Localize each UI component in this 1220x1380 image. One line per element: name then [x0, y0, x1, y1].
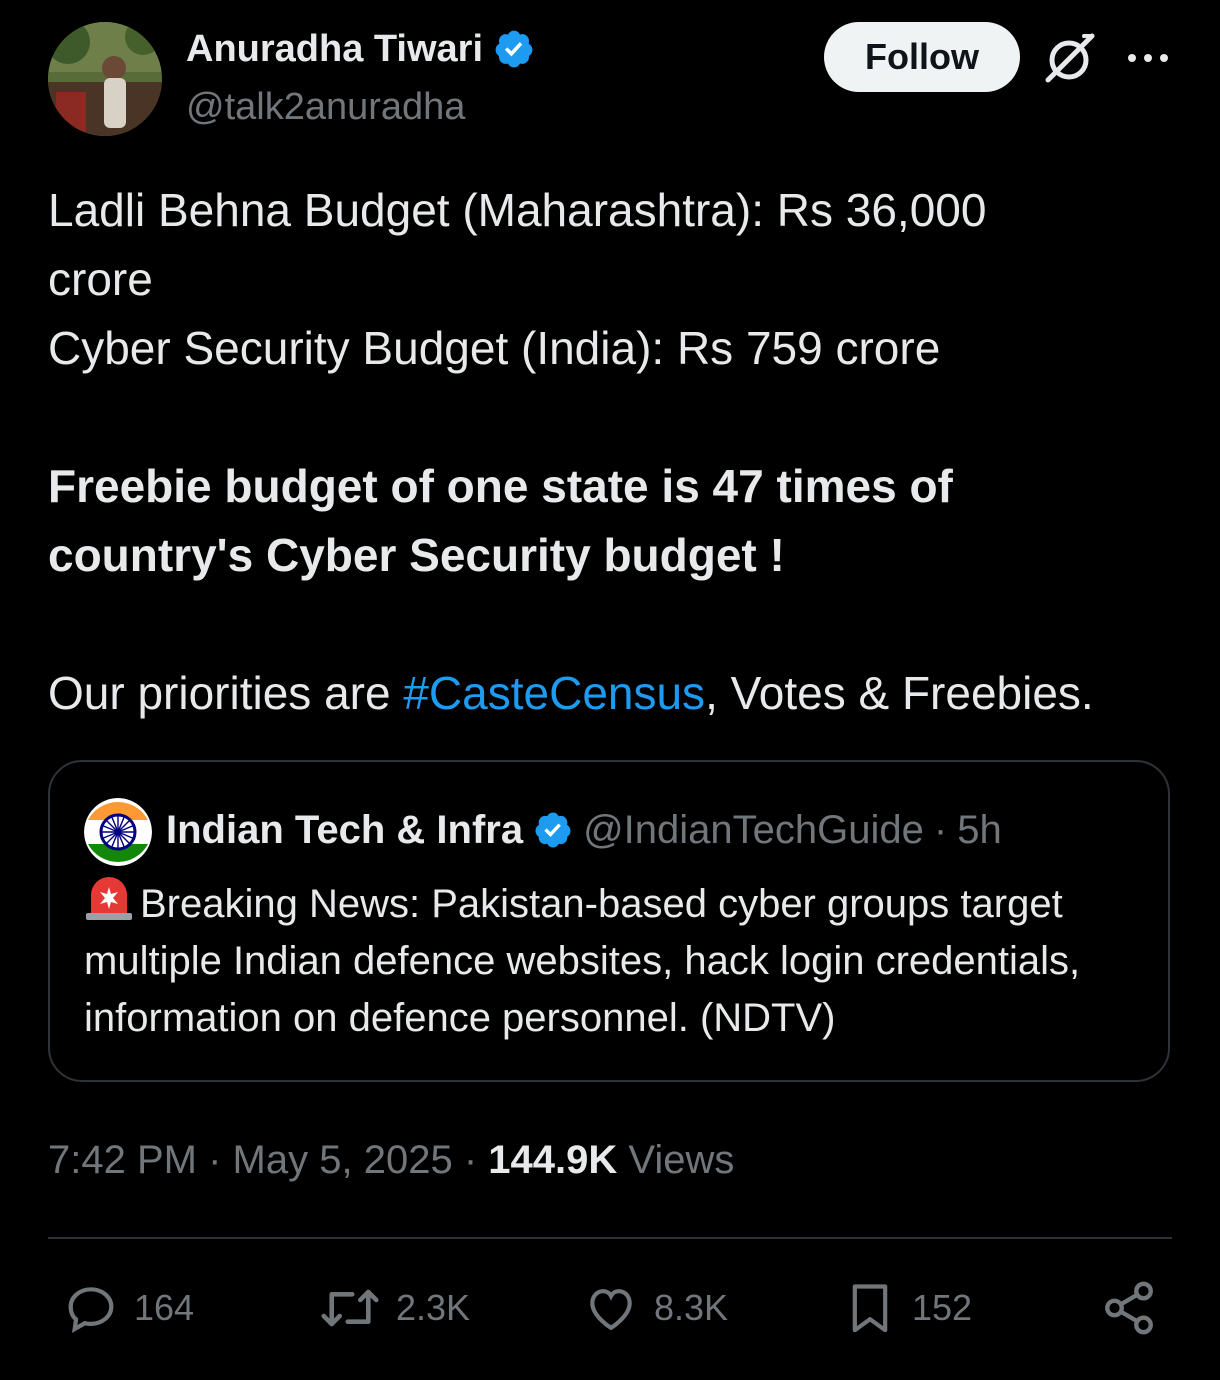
siren-emoji-icon: [86, 877, 132, 920]
tweet-text: Ladli Behna Budget (Maharashtra): Rs 36,…: [48, 176, 1178, 728]
follow-button[interactable]: Follow: [824, 22, 1020, 92]
views-label: Views: [628, 1138, 735, 1182]
repost-icon: [321, 1289, 379, 1327]
quoted-meta-dot: ·: [933, 808, 948, 852]
author-name-row: Anuradha Tiwari: [186, 26, 535, 72]
bookmark-button[interactable]: 152: [842, 1278, 972, 1338]
share-button[interactable]: [1100, 1278, 1158, 1338]
more-icon[interactable]: [1126, 38, 1170, 78]
author-display-name[interactable]: Anuradha Tiwari: [186, 26, 483, 72]
verified-badge-icon: [535, 812, 571, 848]
bookmark-icon: [852, 1284, 888, 1333]
heart-icon: [590, 1289, 632, 1331]
quoted-age[interactable]: 5h: [957, 806, 1002, 854]
hashtag-link[interactable]: #CasteCensus: [403, 667, 705, 719]
tweet-bold-text: Freebie budget of one state is 47 times …: [48, 460, 953, 581]
views-count: 144.9K: [488, 1138, 618, 1182]
quoted-author-name[interactable]: Indian Tech & Infra: [166, 806, 523, 854]
tweet-date[interactable]: May 5, 2025: [233, 1138, 453, 1182]
reply-button[interactable]: 164: [62, 1278, 194, 1338]
repost-button[interactable]: 2.3K: [318, 1278, 470, 1338]
quoted-author-handle[interactable]: @IndianTechGuide: [583, 806, 924, 854]
repost-count: 2.3K: [396, 1287, 471, 1328]
tweet-line-2: Cyber Security Budget (India): Rs 759 cr…: [48, 322, 941, 374]
tweet-line-1: Ladli Behna Budget (Maharashtra): Rs 36,…: [48, 184, 987, 305]
tweet-time[interactable]: 7:42 PM: [48, 1138, 197, 1182]
quoted-header: Indian Tech & Infra @IndianTechGuide · 5…: [166, 806, 1002, 854]
tweet-priorities: Our priorities are #CasteCensus, Votes &…: [48, 659, 1178, 728]
quoted-tweet-text: Breaking News: Pakistan-based cyber grou…: [84, 876, 1154, 1047]
reply-icon: [68, 1287, 114, 1333]
author-avatar[interactable]: [48, 22, 162, 136]
reply-count: 164: [134, 1287, 195, 1328]
grok-icon[interactable]: [1042, 32, 1098, 84]
like-button[interactable]: 8.3K: [582, 1278, 728, 1338]
quoted-author-avatar[interactable]: [84, 798, 152, 866]
priorities-prefix: Our priorities are: [48, 667, 404, 719]
divider: [48, 1237, 1172, 1239]
tweet-meta: 7:42 PM · May 5, 2025 · 144.9K Views: [48, 1136, 734, 1184]
verified-badge-icon: [495, 30, 533, 68]
meta-dot: ·: [463, 1138, 478, 1182]
quoted-text-body: Breaking News: Pakistan-based cyber grou…: [84, 882, 1081, 1040]
priorities-suffix: , Votes & Freebies.: [705, 667, 1094, 719]
share-icon: [1105, 1281, 1153, 1335]
author-handle[interactable]: @talk2anuradha: [186, 84, 465, 130]
meta-dot: ·: [208, 1138, 222, 1182]
bookmark-count: 152: [912, 1287, 973, 1328]
like-count: 8.3K: [654, 1287, 729, 1328]
